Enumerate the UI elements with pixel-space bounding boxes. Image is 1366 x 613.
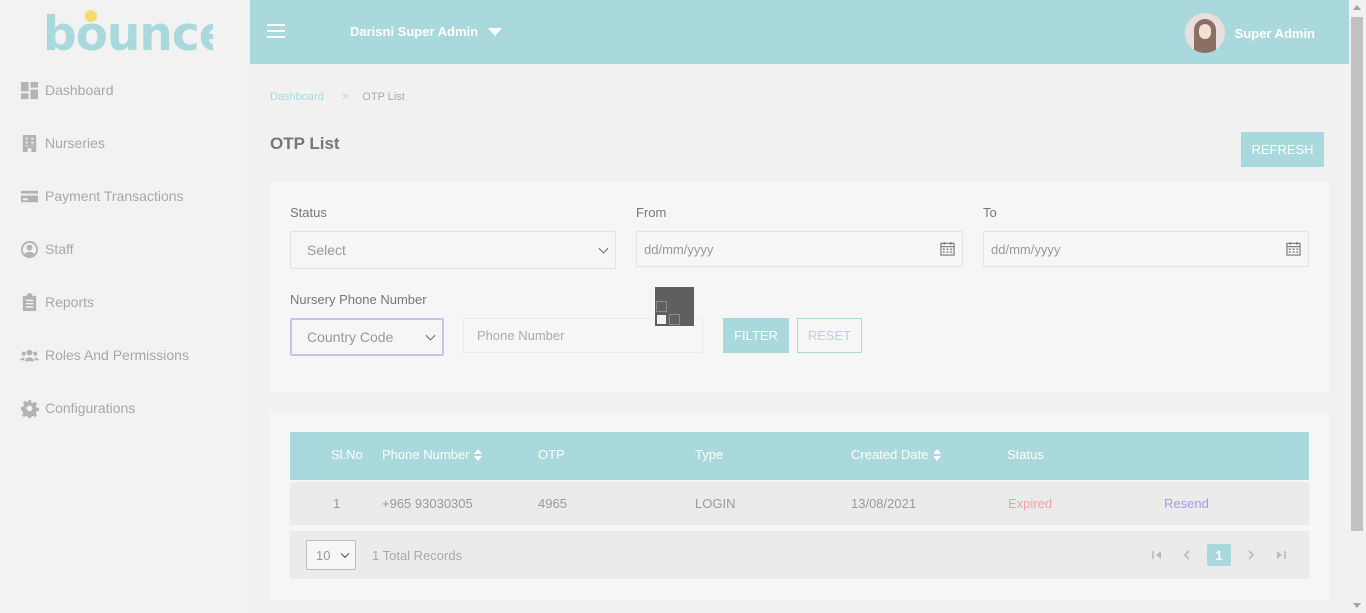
filter-panel — [270, 182, 1329, 392]
chevron-down-icon — [340, 549, 350, 559]
total-records: 1 Total Records — [372, 548, 463, 563]
sidebar-item-configurations[interactable]: Configurations — [20, 396, 135, 420]
scroll-down-arrow-icon[interactable] — [1353, 603, 1361, 608]
sidebar-item-staff[interactable]: Staff — [20, 237, 74, 261]
page-number-button[interactable]: 1 — [1207, 544, 1231, 566]
page-scrollbar[interactable] — [1349, 0, 1366, 613]
from-date-placeholder: dd/mm/yyyy — [644, 241, 714, 257]
menu-toggle-icon[interactable] — [267, 24, 285, 38]
table-header: Sl.No Phone Number OTP Type Created Date… — [290, 432, 1309, 480]
user-circle-icon — [20, 240, 39, 259]
chevron-down-icon — [598, 243, 609, 254]
phone-number-placeholder: Phone Number — [477, 328, 565, 343]
breadcrumb: Dashboard > OTP List — [270, 91, 405, 103]
first-page-icon[interactable] — [1147, 544, 1167, 566]
cell-slno: 1 — [333, 496, 341, 511]
sidebar-item-label: Nurseries — [45, 135, 105, 151]
sort-icon[interactable] — [474, 448, 483, 461]
avatar — [1184, 13, 1225, 53]
table-footer: 10 1 Total Records 1 — [290, 531, 1309, 579]
chevron-down-icon — [425, 330, 436, 341]
sidebar-item-nurseries[interactable]: Nurseries — [20, 131, 105, 155]
credit-card-icon — [20, 187, 39, 206]
column-header-status: Status — [1007, 447, 1044, 462]
clipboard-icon — [20, 292, 39, 312]
to-date-placeholder: dd/mm/yyyy — [991, 241, 1061, 257]
status-label: Status — [290, 205, 327, 220]
sidebar-item-reports[interactable]: Reports — [20, 290, 94, 314]
top-header: Darisni Super Admin Super Admin — [250, 0, 1349, 64]
calendar-icon[interactable] — [1286, 241, 1301, 256]
sidebar-item-label: Reports — [45, 294, 95, 310]
column-header-created-date[interactable]: Created Date — [851, 447, 942, 462]
cell-phone-number: +965 93030305 — [382, 496, 473, 511]
scroll-up-arrow-icon[interactable] — [1353, 5, 1361, 10]
calendar-icon[interactable] — [940, 241, 955, 256]
cell-type: LOGIN — [695, 496, 736, 511]
sidebar-item-payment-transactions[interactable]: Payment Transactions — [20, 184, 184, 208]
users-icon — [20, 346, 39, 365]
page-title: OTP List — [270, 134, 340, 153]
to-date-input[interactable]: dd/mm/yyyy — [983, 231, 1309, 267]
sidebar-item-label: Staff — [45, 241, 74, 257]
building-icon — [20, 134, 39, 153]
cell-otp: 4965 — [538, 496, 567, 511]
country-code-select[interactable]: Country Code — [290, 318, 444, 356]
user-name: Super Admin — [1234, 25, 1315, 41]
status-select[interactable]: Select — [290, 231, 616, 269]
breadcrumb-current: OTP List — [362, 91, 405, 103]
from-label: From — [636, 205, 667, 220]
previous-page-icon[interactable] — [1177, 544, 1197, 566]
to-label: To — [983, 205, 997, 220]
sidebar: bounce Dashboard Nurseries Payment Trans… — [0, 0, 250, 613]
chevron-down-icon — [488, 27, 503, 36]
scrollbar-thumb[interactable] — [1351, 17, 1363, 531]
admin-switcher[interactable]: Darisni Super Admin — [350, 24, 503, 39]
loading-spinner-icon — [655, 287, 694, 326]
next-page-icon[interactable] — [1241, 544, 1261, 566]
sort-icon[interactable] — [933, 448, 942, 461]
sidebar-item-roles-and-permissions[interactable]: Roles And Permissions — [20, 343, 189, 367]
cell-created-date: 13/08/2021 — [851, 496, 917, 511]
sidebar-item-label: Configurations — [45, 400, 136, 416]
from-date-input[interactable]: dd/mm/yyyy — [636, 231, 963, 267]
user-menu[interactable]: Super Admin — [1184, 13, 1315, 53]
sidebar-item-label: Dashboard — [45, 82, 114, 98]
country-code-value: Country Code — [307, 329, 394, 345]
status-select-value: Select — [307, 242, 346, 258]
page-size-value: 10 — [316, 547, 331, 563]
sidebar-item-label: Payment Transactions — [45, 188, 184, 204]
reset-button[interactable]: RESET — [797, 318, 862, 353]
resend-link[interactable]: Resend — [1164, 496, 1209, 511]
admin-switcher-label: Darisni Super Admin — [350, 24, 479, 39]
table-row: 1 +965 93030305 4965 LOGIN 13/08/2021 Ex… — [290, 482, 1309, 525]
breadcrumb-separator: > — [341, 91, 349, 103]
dashboard-icon — [20, 81, 39, 100]
nursery-phone-label: Nursery Phone Number — [290, 292, 427, 307]
column-header-otp: OTP — [538, 447, 565, 462]
filter-button[interactable]: FILTER — [723, 318, 789, 353]
column-header-phone-number[interactable]: Phone Number — [382, 447, 483, 462]
status-badge: Expired — [1008, 496, 1053, 511]
sidebar-item-label: Roles And Permissions — [45, 347, 189, 363]
pagination: 1 — [1137, 544, 1291, 566]
sidebar-item-dashboard[interactable]: Dashboard — [20, 78, 114, 102]
refresh-button[interactable]: REFRESH — [1241, 132, 1324, 167]
gear-icon — [20, 399, 39, 418]
breadcrumb-dashboard-link[interactable]: Dashboard — [270, 91, 324, 103]
last-page-icon[interactable] — [1271, 544, 1291, 566]
bounce-logo[interactable]: bounce — [43, 8, 213, 58]
page-size-select[interactable]: 10 — [306, 540, 356, 570]
svg-text:bounce: bounce — [43, 8, 213, 58]
column-header-slno: Sl.No — [331, 447, 363, 462]
column-header-type: Type — [695, 447, 724, 462]
